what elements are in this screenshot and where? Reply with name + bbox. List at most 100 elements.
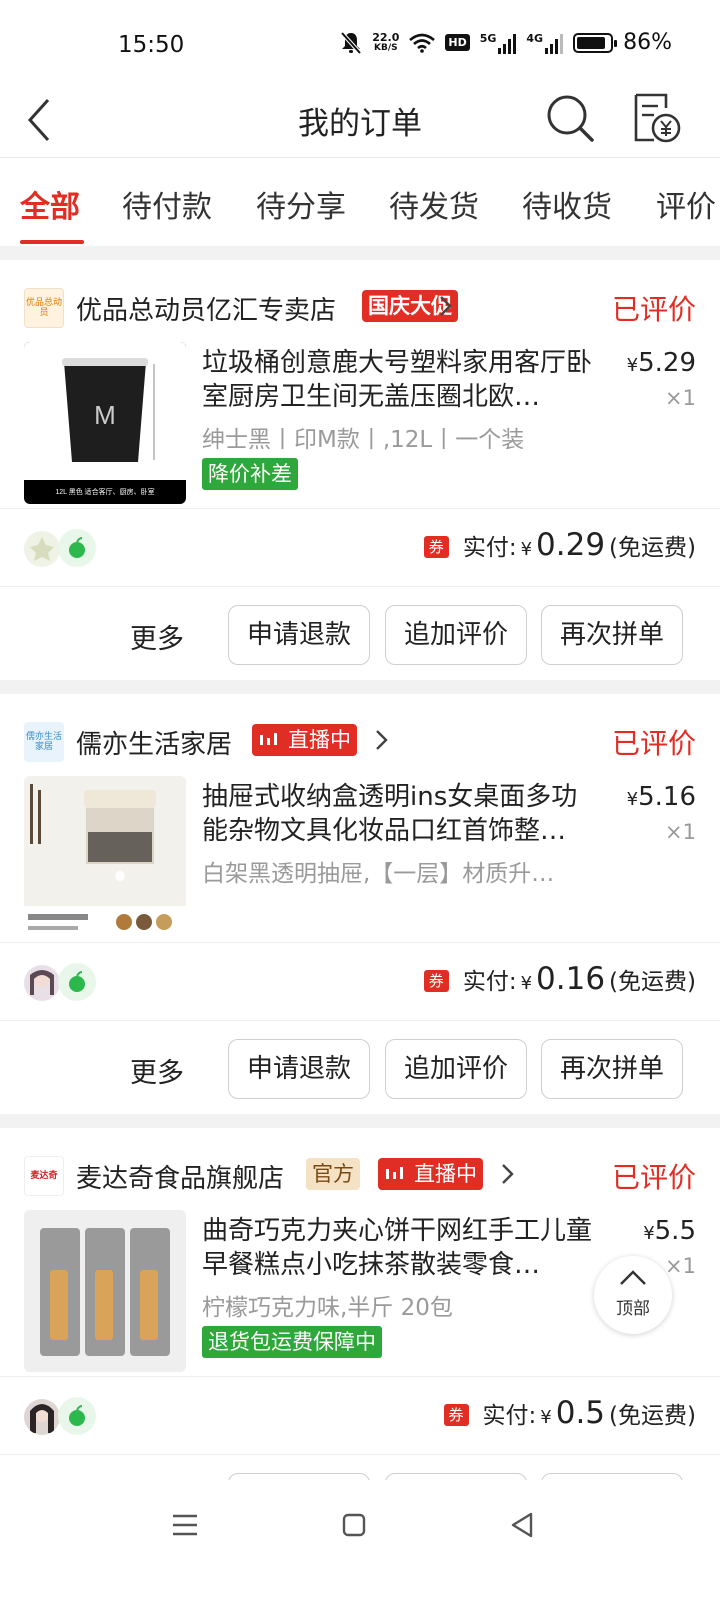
product-title[interactable]: 曲奇巧克力夹心饼干网红手工儿童早餐糕点小吃抹茶散装零食… [202, 1214, 598, 1282]
tab-pending-shipment[interactable]: 待发货 [389, 182, 479, 226]
payment-row: 券 实付: ¥0.29 (免运费) [0, 508, 720, 586]
action-row [0, 1454, 720, 1480]
order-tabs: 全部 待付款 待分享 待发货 待收货 评价 [0, 160, 720, 246]
reorder-button[interactable]: 再次拼单 [541, 1039, 683, 1099]
request-refund-button[interactable]: 申请退款 [228, 1039, 370, 1099]
live-tag: 直播中 [378, 1158, 483, 1190]
shop-name[interactable]: 儒亦生活家居 [76, 724, 232, 761]
thumbnail-caption: 12L 黑色 适合客厅、厨房、卧室 [55, 487, 154, 496]
status-icons: 22.0 KB/S HD 5G 4G 86% [340, 30, 672, 55]
product-qty: ×1 [665, 820, 696, 844]
product-price: ¥5.5 [643, 1216, 696, 1246]
mute-bell-icon [340, 31, 362, 54]
green-apple-icon [58, 529, 96, 567]
product-thumbnail[interactable] [24, 776, 186, 938]
product-price: ¥5.16 [626, 782, 696, 812]
tab-active-indicator [20, 240, 84, 244]
chevron-right-icon[interactable] [438, 294, 454, 318]
action-row: 更多 申请退款 追加评价 再次拼单 [0, 586, 720, 682]
shop-logo[interactable]: 优品总动员 [24, 288, 64, 328]
paid-amount: 券 实付: ¥0.5 (免运费) [443, 1395, 696, 1431]
live-tag: 直播中 [252, 724, 357, 756]
product-thumbnail[interactable] [24, 1210, 186, 1372]
tab-review[interactable]: 评价 [656, 182, 716, 226]
request-refund-button[interactable]: 申请退款 [228, 605, 370, 665]
coupon-icon: 券 [423, 970, 449, 992]
status-time: 15:50 [118, 32, 185, 58]
product-title[interactable]: 抽屉式收纳盒透明ins女桌面多功能杂物文具化妆品口红首饰整… [202, 780, 598, 848]
payment-row: 券 实付: ¥0.16 (免运费) [0, 942, 720, 1020]
storage-box-image [24, 776, 186, 938]
cookie-pack-image [24, 1210, 186, 1372]
system-nav-bar [0, 1480, 720, 1600]
section-gap [0, 1114, 720, 1128]
avatar [24, 965, 60, 1001]
tab-pending-payment[interactable]: 待付款 [122, 182, 212, 226]
product-qty: ×1 [665, 1254, 696, 1278]
title-bar: 我的订单 [0, 90, 720, 158]
order-card: 儒亦生活家居 儒亦生活家居 直播中 已评价 抽屉式收纳盒透明ins女桌面多功能杂… [0, 694, 720, 1114]
header-divider [0, 157, 720, 158]
product-title[interactable]: 垃圾桶创意鹿大号塑料家用客厅卧室厨房卫生间无盖压圈北欧… [202, 346, 598, 414]
net-speed: 22.0 KB/S [372, 30, 400, 53]
trash-can-print: M [94, 400, 116, 430]
trash-can-image: M 12L 黑色 适合客厅、厨房、卧室 [24, 342, 186, 496]
coupon-icon: 券 [423, 536, 449, 558]
status-bar: 15:50 22.0 KB/S HD 5G 4G 86% [0, 0, 720, 90]
avatar [24, 531, 60, 567]
reorder-button[interactable]: 再次拼单 [541, 605, 683, 665]
tab-all[interactable]: 全部 [20, 182, 80, 226]
partial-button[interactable] [541, 1473, 683, 1480]
bill-icon[interactable] [632, 92, 682, 146]
chevron-right-icon[interactable] [374, 728, 390, 752]
product-price: ¥5.29 [626, 348, 696, 378]
paid-amount: 券 实付: ¥0.29 (免运费) [423, 527, 696, 563]
battery-percent: 86% [623, 30, 672, 55]
menu-icon[interactable] [172, 1513, 198, 1537]
shop-name[interactable]: 优品总动员亿汇专卖店 [76, 290, 336, 327]
price-protect-badge: 降价补差 [202, 458, 298, 490]
tab-pending-receipt[interactable]: 待收货 [522, 182, 612, 226]
product-spec: 绅士黑丨印M款丨,12L丨一个装 [202, 427, 525, 453]
live-bars-icon [386, 1167, 403, 1179]
order-card: 优品总动员 优品总动员亿汇专卖店 国庆大促 已评价 M 12L 黑色 适合客厅、… [0, 260, 720, 680]
shop-name[interactable]: 麦达奇食品旗舰店 [76, 1158, 284, 1195]
payment-row: 券 实付: ¥0.5 (免运费) [0, 1376, 720, 1454]
product-qty: ×1 [665, 386, 696, 410]
more-link[interactable]: 更多 [130, 1051, 184, 1090]
signal-5g-icon: 5G [480, 32, 517, 54]
wifi-icon [409, 33, 436, 53]
shop-logo[interactable]: 儒亦生活家居 [24, 722, 64, 762]
shop-logo[interactable]: 麦达奇 [24, 1156, 64, 1196]
partial-button[interactable] [228, 1473, 370, 1480]
section-gap [0, 246, 720, 260]
search-icon[interactable] [546, 94, 596, 144]
back-to-top-button[interactable]: 顶部 [594, 1256, 672, 1334]
avatar [24, 1399, 60, 1435]
coupon-icon: 券 [443, 1404, 469, 1426]
partial-button[interactable] [385, 1473, 527, 1480]
home-icon[interactable] [342, 1513, 366, 1537]
product-spec: 柠檬巧克力味,半斤 20包 [202, 1295, 453, 1321]
add-review-button[interactable]: 追加评价 [385, 1039, 527, 1099]
signal-4g-icon: 4G [526, 32, 564, 54]
live-bars-icon [260, 733, 277, 745]
paid-amount: 券 实付: ¥0.16 (免运费) [423, 961, 696, 997]
action-row: 更多 申请退款 追加评价 再次拼单 [0, 1020, 720, 1116]
section-gap [0, 680, 720, 694]
product-thumbnail[interactable]: M 12L 黑色 适合客厅、厨房、卧室 [24, 342, 186, 504]
chevron-up-icon [620, 1270, 646, 1285]
chevron-right-icon[interactable] [500, 1162, 516, 1186]
add-review-button[interactable]: 追加评价 [385, 605, 527, 665]
order-status: 已评价 [611, 293, 696, 326]
official-tag: 官方 [306, 1158, 360, 1190]
order-status: 已评价 [611, 1161, 696, 1194]
green-apple-icon [58, 1397, 96, 1435]
tab-pending-share[interactable]: 待分享 [256, 182, 346, 226]
back-triangle-icon[interactable] [510, 1512, 534, 1538]
more-link[interactable]: 更多 [130, 617, 184, 656]
order-status: 已评价 [611, 727, 696, 760]
battery-icon [573, 32, 618, 53]
return-shipping-badge: 退货包运费保障中 [202, 1326, 382, 1358]
page-title: 我的订单 [298, 106, 422, 142]
